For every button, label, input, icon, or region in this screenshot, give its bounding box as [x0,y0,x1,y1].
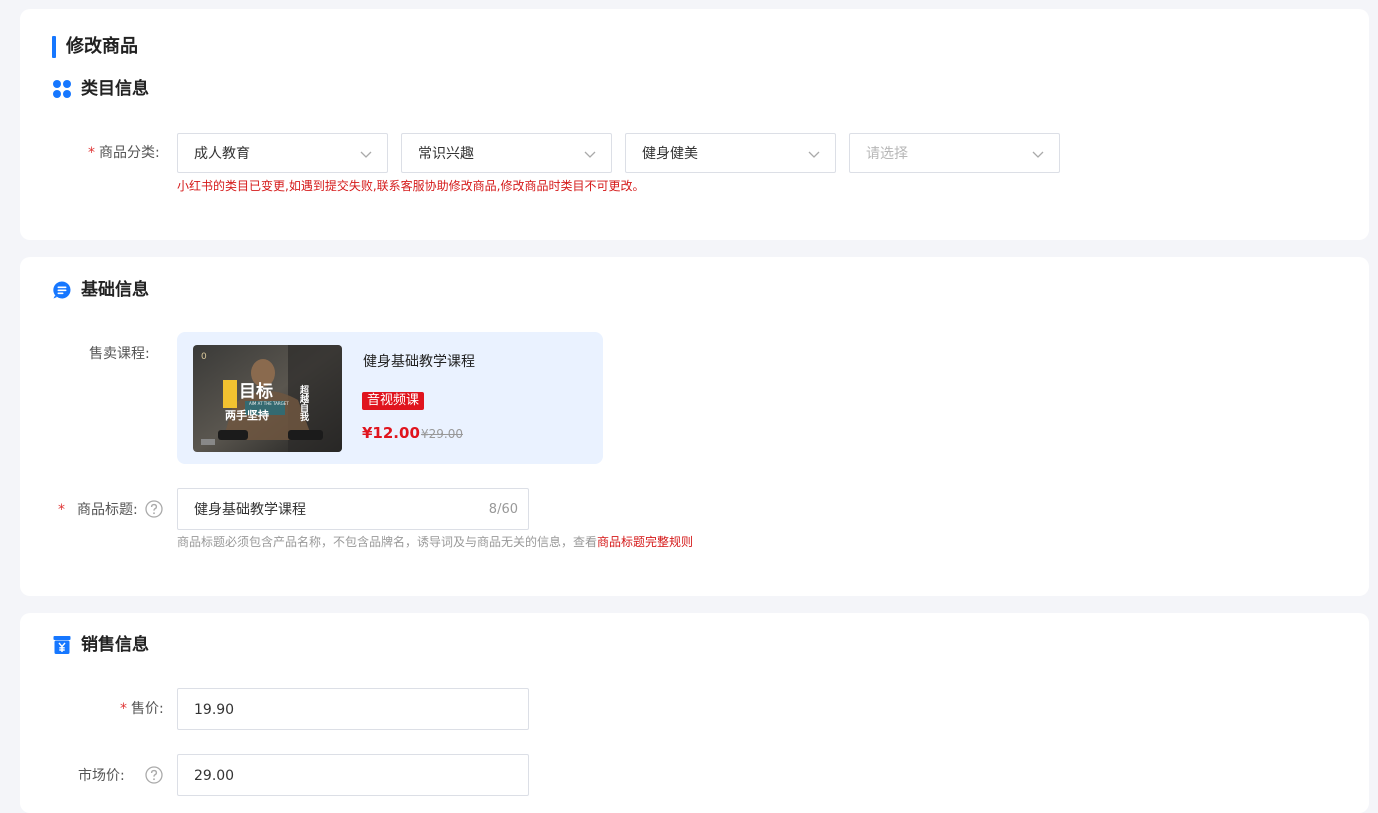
market-price-field-label: 市场价: [78,768,125,784]
category-label-text: 商品分类: [99,145,160,161]
cover-side-text: 超越自我 [298,384,310,422]
cover-main-text: 目标 [239,381,273,402]
price-tag-icon [53,636,71,654]
price-input-value: 19.90 [194,702,235,718]
category-select-level4-placeholder: 请选择 [866,146,908,162]
help-icon[interactable] [145,766,163,784]
required-mark: * [120,701,127,717]
chevron-down-icon [584,151,596,158]
section-title-category: 类目信息 [81,79,149,99]
cover-sub-text: 两手坚持 [225,408,269,422]
required-mark: * [58,502,65,518]
category-select-level1-value: 成人教育 [194,146,250,162]
chevron-down-icon [360,151,372,158]
chevron-down-icon [808,151,820,158]
course-card[interactable]: 0 目标 AIM AT THE TARGET 两手坚持 超越自我 健身基础教学课… [177,332,603,464]
price-field-label: * 售价: [120,699,164,719]
required-mark: * [88,145,95,161]
course-original-price: ¥29.00 [421,427,463,441]
title-hint-text: 商品标题必须包含产品名称，不包含品牌名，诱导词及与商品无关的信息，查看 [177,535,598,549]
grid-icon [53,80,71,98]
title-label-text: 商品标题: [77,502,138,518]
course-field-label: 售卖课程: [89,346,150,362]
course-type-badge: 音视频课 [362,392,425,410]
category-select-level1[interactable]: 成人教育 [177,133,388,173]
chevron-down-icon [1032,151,1044,158]
category-warning: 小红书的类目已变更,如遇到提交失败,联系客服协助修改商品,修改商品时类目不可更改… [177,179,645,193]
sales-info-card: 销售信息 * 售价: 19.90 市场价: 29.00 [20,613,1369,813]
title-input-value: 健身基础教学课程 [194,502,306,518]
course-price: ¥12.00 [362,424,420,442]
help-icon[interactable] [145,500,163,518]
category-select-level3-value: 健身健美 [642,146,698,162]
section-title-basic: 基础信息 [81,280,149,300]
page-title-accent-bar [52,36,56,58]
market-price-input-value: 29.00 [194,768,235,784]
price-label-text: 售价: [131,701,164,717]
basic-info-card: 基础信息 售卖课程: 0 目标 AIM AT THE TARGET 两手坚持 超… [20,257,1369,596]
price-input[interactable]: 19.90 [177,688,529,730]
category-select-level2[interactable]: 常识兴趣 [401,133,612,173]
category-select-level3[interactable]: 健身健美 [625,133,836,173]
category-card: 修改商品 类目信息 * 商品分类: 成人教育 常识兴趣 健身健美 请选择 小红书的… [20,9,1369,240]
page-title: 修改商品 [66,36,138,57]
chat-bubble-icon [53,281,71,299]
title-char-count: 8/60 [488,502,518,517]
title-input[interactable]: 健身基础教学课程 8/60 [177,488,529,530]
section-title-sales: 销售信息 [81,635,149,655]
course-thumbnail: 0 目标 AIM AT THE TARGET 两手坚持 超越自我 [193,345,342,452]
category-select-level4[interactable]: 请选择 [849,133,1060,173]
category-select-level2-value: 常识兴趣 [418,146,474,162]
title-rules-link[interactable]: 商品标题完整规则 [597,535,693,549]
cover-tag-text: 0 [201,352,207,362]
title-hint: 商品标题必须包含产品名称，不包含品牌名，诱导词及与商品无关的信息，查看商品标题完… [177,534,693,550]
cover-english-text: AIM AT THE TARGET [249,401,289,406]
category-field-label: * 商品分类: [88,143,160,163]
course-cover-image: 0 目标 AIM AT THE TARGET 两手坚持 超越自我 [193,345,342,452]
title-field-label: * 商品标题: [58,500,138,520]
course-name: 健身基础教学课程 [363,354,475,370]
market-price-input[interactable]: 29.00 [177,754,529,796]
